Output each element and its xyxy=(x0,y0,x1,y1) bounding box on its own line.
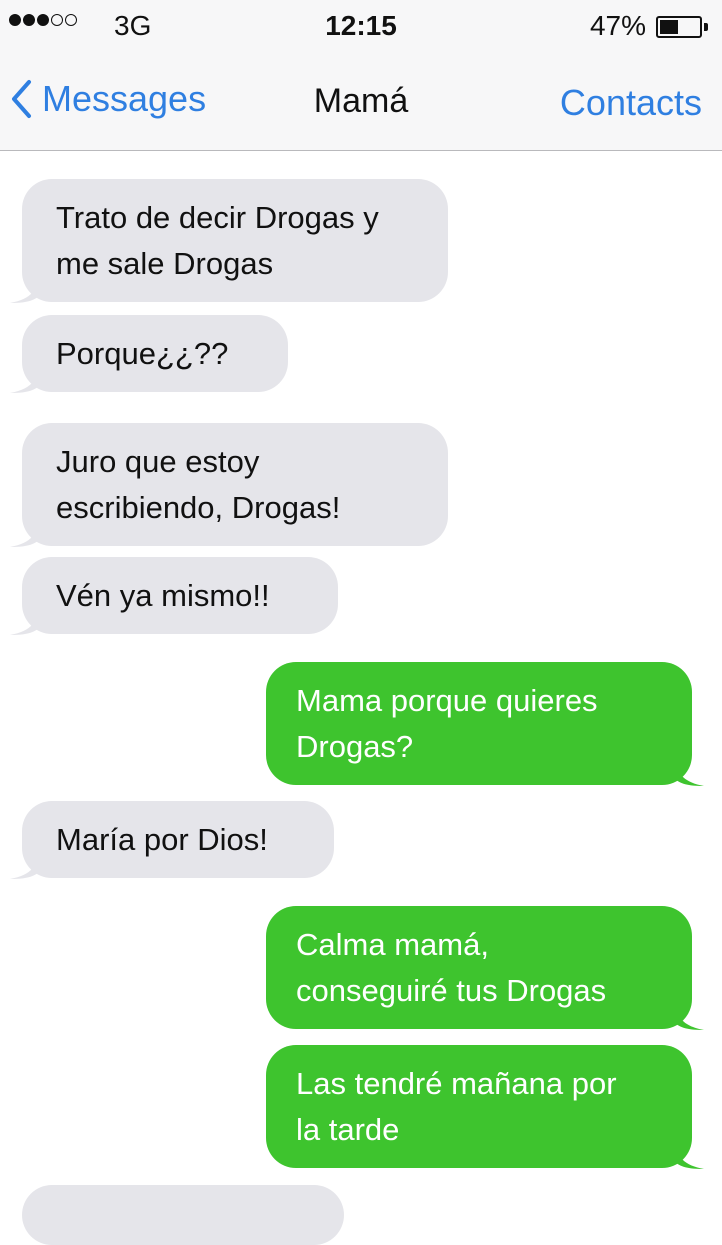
status-bar: 3G 12:15 47% xyxy=(0,0,722,56)
message-line: Calma mamá, xyxy=(296,927,489,962)
contacts-button[interactable]: Contacts xyxy=(560,82,702,124)
battery-level xyxy=(660,20,678,34)
message-line: Trato de decir Drogas y xyxy=(56,200,379,235)
bubble-tail xyxy=(10,849,40,879)
message-line: Vén ya mismo!! xyxy=(56,578,270,613)
message-line: Las tendré mañana por xyxy=(296,1066,617,1101)
bubble-tail xyxy=(10,363,40,393)
battery-tip xyxy=(704,23,708,31)
bubble-tail xyxy=(10,605,40,635)
message-line: Porque¿¿?? xyxy=(56,336,229,371)
incoming-message-bubble[interactable]: Juro que estoy escribiendo, Drogas! xyxy=(10,423,448,547)
message-thread[interactable]: Trato de decir Drogas y me sale Drogas P… xyxy=(0,151,722,1245)
bubble-tail xyxy=(10,517,40,547)
outgoing-message-bubble[interactable]: Calma mamá, conseguiré tus Drogas xyxy=(266,906,704,1030)
battery-percentage: 47% xyxy=(589,10,646,41)
incoming-message-bubble[interactable]: María por Dios! xyxy=(10,801,334,879)
navigation-bar: Messages Mamá Contacts xyxy=(0,56,722,151)
message-line: Drogas? xyxy=(296,729,414,764)
bubble-tail xyxy=(674,1139,704,1169)
message-line: Juro que estoy xyxy=(56,444,260,479)
incoming-message-bubble[interactable] xyxy=(22,1185,344,1245)
message-line: la tarde xyxy=(296,1112,400,1147)
bubble-tail xyxy=(674,756,704,786)
incoming-message-bubble[interactable]: Trato de decir Drogas y me sale Drogas xyxy=(10,179,448,303)
incoming-message-bubble[interactable]: Vén ya mismo!! xyxy=(10,557,338,635)
outgoing-message-bubble[interactable]: Las tendré mañana por la tarde xyxy=(266,1045,704,1169)
message-line: Mama porque quieres xyxy=(296,683,598,718)
message-line: conseguiré tus Drogas xyxy=(296,973,607,1008)
message-line: María por Dios! xyxy=(56,822,268,857)
message-line: escribiendo, Drogas! xyxy=(56,490,341,525)
incoming-message-bubble[interactable]: Porque¿¿?? xyxy=(10,315,288,393)
bubble-tail xyxy=(10,273,40,303)
outgoing-message-bubble[interactable]: Mama porque quieres Drogas? xyxy=(266,662,704,786)
bubble-tail xyxy=(674,1000,704,1030)
battery-icon xyxy=(656,16,702,38)
message-line: me sale Drogas xyxy=(56,246,274,281)
